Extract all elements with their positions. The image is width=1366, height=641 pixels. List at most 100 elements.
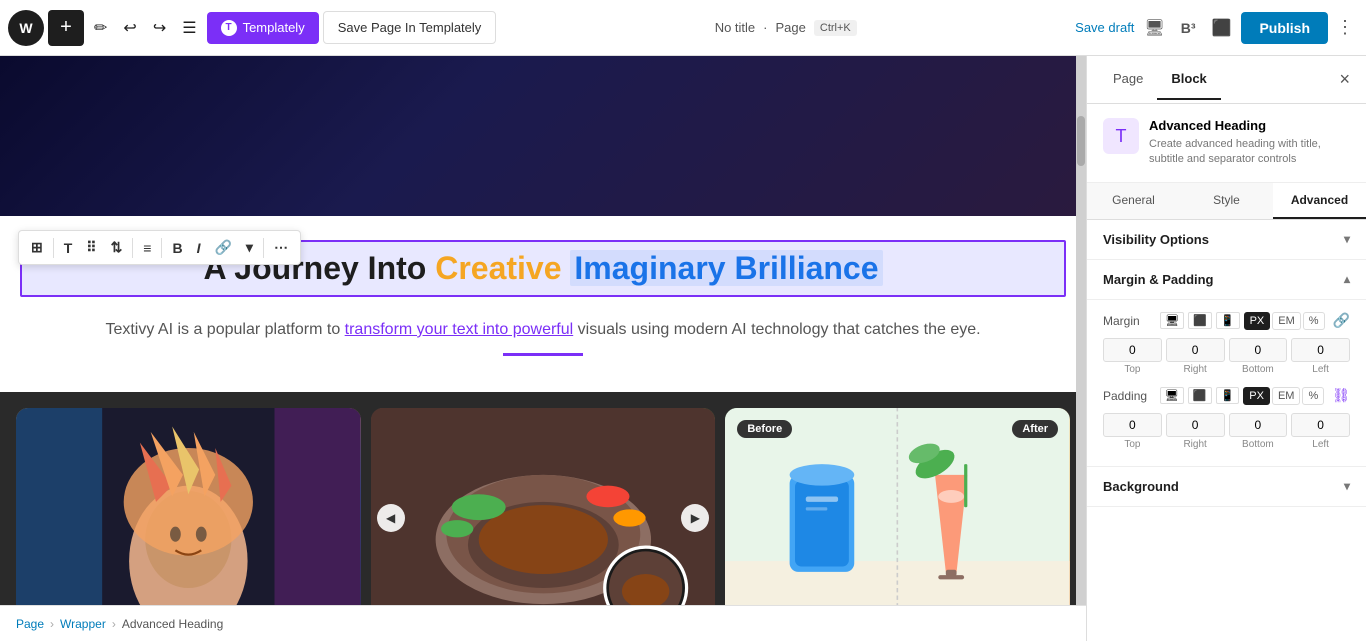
breadcrumb-page[interactable]: Page [16, 617, 44, 631]
main-toolbar: W + ✏ ↩ ↪ ☰ T Templately Save Page In Te… [0, 0, 1366, 56]
margin-right-input[interactable] [1166, 338, 1225, 362]
margin-padding-header[interactable]: Margin & Padding ▴ [1087, 260, 1366, 300]
undo-button[interactable]: ↩ [117, 12, 142, 44]
padding-unlink-icon[interactable]: ⛓ [1332, 387, 1350, 404]
margin-bottom-label: Bottom [1242, 364, 1274, 375]
padding-controls-row: Padding 🖥 ⬛ 📱 PX EM % ⛓ [1103, 387, 1350, 405]
visibility-options-header[interactable]: Visibility Options ▾ [1087, 220, 1366, 260]
italic-button[interactable]: I [191, 236, 207, 260]
redo-button[interactable]: ↪ [147, 12, 172, 44]
padding-left-input[interactable] [1291, 413, 1350, 437]
publish-button[interactable]: Publish [1241, 12, 1328, 44]
block-type-button[interactable]: T [58, 236, 79, 260]
desktop-view-button[interactable]: 🖥 [1138, 12, 1170, 44]
gallery-item-1 [16, 408, 361, 605]
title-area: No title · Page Ctrl+K [500, 20, 1071, 36]
main-area: ⊞ T ⠿ ⇅ ≡ B I 🔗 ▾ ⋯ A [0, 56, 1366, 641]
subtab-advanced[interactable]: Advanced [1273, 183, 1366, 219]
block-info-text: Advanced Heading Create advanced heading… [1149, 118, 1350, 168]
canvas-wrapper: ⊞ T ⠿ ⇅ ≡ B I 🔗 ▾ ⋯ A [0, 56, 1086, 641]
padding-right-input[interactable] [1166, 413, 1225, 437]
b3-icon-button[interactable]: B³ [1175, 14, 1202, 42]
gallery-item-3: Before After [725, 408, 1070, 605]
page-type: Page [776, 20, 806, 35]
subtab-general[interactable]: General [1087, 183, 1180, 219]
margin-bottom-input[interactable] [1229, 338, 1288, 362]
margin-unit-percent[interactable]: % [1303, 312, 1325, 330]
tablet-icon-padding[interactable]: ⬛ [1188, 387, 1212, 404]
block-type-icon: T [1103, 118, 1139, 154]
padding-unit-percent[interactable]: % [1302, 387, 1324, 405]
padding-unit-group: PX EM % [1243, 387, 1324, 405]
right-sidebar: Page Block × T Advanced Heading Create a… [1086, 56, 1366, 641]
visibility-options-label: Visibility Options [1103, 232, 1209, 247]
scrollbar-thumb[interactable] [1077, 116, 1085, 166]
background-header[interactable]: Background ▾ [1087, 467, 1366, 507]
title-separator: · [763, 20, 767, 35]
gallery-img-2 [371, 408, 716, 605]
sidebar-close-button[interactable]: × [1335, 65, 1354, 94]
canvas-scroll-area: ⊞ T ⠿ ⇅ ≡ B I 🔗 ▾ ⋯ A [0, 56, 1086, 605]
margin-unit-em[interactable]: EM [1272, 312, 1301, 330]
breadcrumb-current: Advanced Heading [122, 617, 223, 631]
block-info-panel: T Advanced Heading Create advanced headi… [1087, 104, 1366, 183]
tab-page[interactable]: Page [1099, 59, 1157, 100]
margin-top-wrap: Top [1103, 338, 1162, 375]
margin-left-label: Left [1312, 364, 1329, 375]
toolbar-divider-3 [161, 238, 162, 258]
margin-padding-chevron: ▴ [1344, 272, 1350, 286]
canvas-scrollbar[interactable] [1076, 56, 1086, 605]
gallery-arrow-right[interactable]: ▶ [681, 504, 709, 532]
margin-controls-row: Margin 🖥 ⬛ 📱 PX EM % 🔗 [1103, 312, 1350, 330]
padding-top-label: Top [1124, 439, 1140, 450]
padding-device-icons: 🖥 ⬛ 📱 [1160, 387, 1239, 404]
wp-logo-button[interactable]: W [8, 10, 44, 46]
link-button[interactable]: 🔗 [208, 235, 237, 260]
padding-top-input[interactable] [1103, 413, 1162, 437]
visibility-chevron: ▾ [1344, 232, 1350, 246]
tab-block[interactable]: Block [1157, 59, 1220, 100]
parent-block-button[interactable]: ⊞ [25, 235, 49, 260]
margin-unit-group: PX EM % [1244, 312, 1325, 330]
tools-button[interactable]: ✏ [88, 12, 113, 44]
bold-button[interactable]: B [166, 236, 188, 260]
margin-left-input[interactable] [1291, 338, 1350, 362]
padding-unit-em[interactable]: EM [1272, 387, 1301, 405]
mobile-icon-margin[interactable]: 📱 [1216, 312, 1240, 329]
block-info-title: Advanced Heading [1149, 118, 1350, 133]
drag-handle[interactable]: ⠿ [80, 235, 102, 260]
templately-label: Templately [243, 20, 305, 35]
margin-top-input[interactable] [1103, 338, 1162, 362]
alignment-button[interactable]: ≡ [137, 236, 157, 260]
toolbar-divider-2 [132, 238, 133, 258]
padding-bottom-input[interactable] [1229, 413, 1288, 437]
options-toolbar-button[interactable]: ⋯ [268, 235, 294, 260]
desktop-icon-margin[interactable]: 🖥 [1160, 312, 1184, 329]
save-templately-button[interactable]: Save Page In Templately [323, 11, 497, 44]
padding-bottom-wrap: Bottom [1229, 413, 1288, 450]
margin-unit-px[interactable]: PX [1244, 312, 1271, 330]
mobile-icon-padding[interactable]: 📱 [1216, 387, 1240, 404]
desktop-icon-padding[interactable]: 🖥 [1160, 387, 1184, 404]
list-view-button[interactable]: ☰ [176, 12, 202, 44]
before-badge: Before [737, 420, 792, 438]
margin-section-content: Margin 🖥 ⬛ 📱 PX EM % 🔗 Top [1087, 300, 1366, 467]
more-options-button[interactable]: ⋮ [1332, 13, 1358, 42]
margin-right-label: Right [1183, 364, 1206, 375]
gallery-arrow-left[interactable]: ◀ [377, 504, 405, 532]
subtitle-highlight: transform your text into powerful [345, 321, 574, 338]
move-arrows-button[interactable]: ⇅ [105, 235, 129, 260]
save-draft-button[interactable]: Save draft [1075, 20, 1134, 35]
add-block-button[interactable]: + [48, 10, 84, 46]
sidebar-toggle-button[interactable]: ⬛ [1206, 12, 1238, 44]
subtab-style[interactable]: Style [1180, 183, 1273, 219]
more-toolbar-button[interactable]: ▾ [240, 235, 259, 260]
margin-link-icon[interactable]: 🔗 [1333, 312, 1350, 329]
margin-padding-label: Margin & Padding [1103, 272, 1214, 287]
block-info-desc: Create advanced heading with title, subt… [1149, 137, 1350, 168]
templately-button[interactable]: T Templately [207, 12, 319, 44]
breadcrumb-wrapper[interactable]: Wrapper [60, 617, 106, 631]
padding-unit-px[interactable]: PX [1243, 387, 1270, 405]
background-chevron: ▾ [1344, 479, 1350, 493]
tablet-icon-margin[interactable]: ⬛ [1188, 312, 1212, 329]
